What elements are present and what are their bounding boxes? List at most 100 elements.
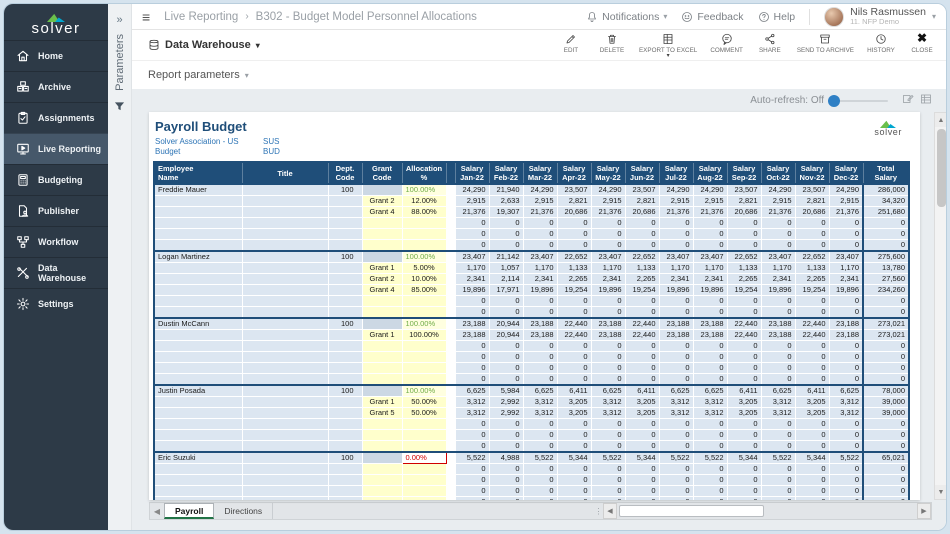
sidebar-item-publisher[interactable]: Publisher [4,195,108,226]
grant-code-cell[interactable]: Grant 2 [362,196,402,207]
grant-code-cell[interactable] [362,352,402,363]
employee-name-cell [154,341,242,352]
allocation-cell[interactable]: 50.00% [402,397,446,408]
title-cell [242,240,328,252]
allocation-cell[interactable] [402,486,446,497]
expand-parameters-icon[interactable]: » [116,14,122,26]
grant-code-cell[interactable]: Grant 1 [362,263,402,274]
export-to-excel-button[interactable]: EXPORT TO EXCEL▾ [639,32,697,58]
grant-code-cell[interactable] [362,240,402,252]
grant-code-cell[interactable] [362,475,402,486]
comment-button[interactable]: COMMENT [710,32,743,54]
salary-cell: 0 [795,374,829,386]
scrollbar-grip[interactable]: ⋮ [593,503,603,519]
sidebar-item-archive[interactable]: Archive [4,71,108,102]
allocation-cell[interactable] [402,497,446,501]
grant-code-cell[interactable] [362,497,402,501]
sidebar-item-assignments[interactable]: Assignments [4,102,108,133]
employee-name-cell [154,218,242,229]
notifications-button[interactable]: Notifications ▾ [586,11,667,23]
allocation-cell[interactable]: 85.00% [402,285,446,296]
allocation-cell[interactable]: 88.00% [402,207,446,218]
allocation-cell[interactable] [402,341,446,352]
grant-code-cell[interactable]: Grant 4 [362,285,402,296]
allocation-cell[interactable]: 50.00% [402,408,446,419]
sidebar-item-home[interactable]: Home [4,40,108,71]
grant-code-cell[interactable]: Grant 2 [362,274,402,285]
sidebar-item-data-warehouse[interactable]: Data Warehouse [4,257,108,288]
feedback-button[interactable]: Feedback [681,11,743,23]
horizontal-scroll-thumb[interactable] [619,505,764,517]
share-button[interactable]: SHARE [756,32,784,54]
hscroll-left-icon[interactable]: ◀ [603,503,617,519]
sheet-tab-directions[interactable]: Directions [214,503,273,519]
filter-funnel-icon [114,99,125,117]
grant-code-cell[interactable] [362,218,402,229]
grant-code-cell[interactable] [362,430,402,441]
allocation-cell[interactable] [402,229,446,240]
user-menu[interactable]: Nils Rasmussen 11. NFP Demo ▾ [824,7,936,27]
horizontal-scrollbar[interactable] [617,503,917,519]
scroll-up-icon[interactable]: ▲ [935,113,947,127]
grant-code-cell[interactable] [362,486,402,497]
table-view-icon[interactable] [920,93,932,108]
breadcrumb-section[interactable]: Live Reporting [164,11,238,23]
allocation-cell[interactable] [402,240,446,252]
close-button[interactable]: ✖CLOSE [908,32,936,54]
allocation-cell[interactable] [402,475,446,486]
sidebar-item-settings[interactable]: Settings [4,288,108,319]
grant-code-cell[interactable]: Grant 1 [362,397,402,408]
toggle-knob[interactable] [828,95,840,107]
grant-code-cell[interactable] [362,341,402,352]
table-row: 0000000000000 [154,430,909,441]
grant-code-cell[interactable]: Grant 4 [362,207,402,218]
grant-code-cell[interactable] [362,363,402,374]
parameters-panel[interactable]: » Parameters [108,4,132,530]
sidebar-item-budgeting[interactable]: Budgeting [4,164,108,195]
grant-code-cell[interactable] [362,229,402,240]
sheet-tab-payroll[interactable]: Payroll [164,503,214,519]
salary-cell: 23,188 [693,330,727,341]
allocation-cell[interactable] [402,464,446,475]
vertical-scrollbar[interactable]: ▲ ▼ [934,112,947,500]
title-cell [242,263,328,274]
hamburger-menu-icon[interactable]: ≡ [142,9,150,25]
grant-code-cell[interactable] [362,307,402,319]
edit-layout-icon[interactable] [902,93,914,108]
edit-button[interactable]: EDIT [557,32,585,54]
allocation-cell[interactable] [402,296,446,307]
allocation-cell[interactable] [402,307,446,319]
auto-refresh-toggle[interactable] [830,100,888,102]
allocation-cell[interactable] [402,218,446,229]
tab-scroll-left-icon[interactable]: ◀ [150,503,164,519]
grant-code-cell[interactable] [362,441,402,453]
report-parameters-toggle[interactable]: Report parameters ▾ [148,69,249,81]
salary-cell: 2,341 [455,274,489,285]
history-button[interactable]: HISTORY [867,32,895,54]
send-to-archive-button[interactable]: SEND TO ARCHIVE [797,32,854,54]
grant-code-cell[interactable] [362,374,402,386]
allocation-cell[interactable] [402,430,446,441]
sidebar-item-live-reporting[interactable]: Live Reporting [4,133,108,164]
allocation-cell[interactable] [402,363,446,374]
allocation-cell[interactable] [402,419,446,430]
allocation-cell[interactable]: 5.00% [402,263,446,274]
scroll-down-icon[interactable]: ▼ [935,485,947,499]
allocation-cell[interactable] [402,441,446,453]
data-source-dropdown[interactable]: Data Warehouse ▾ [148,39,260,51]
sidebar-item-workflow[interactable]: Workflow [4,226,108,257]
grant-code-cell[interactable]: Grant 5 [362,408,402,419]
hscroll-right-icon[interactable]: ▶ [917,503,931,519]
vertical-scroll-thumb[interactable] [937,129,946,207]
allocation-cell[interactable] [402,352,446,363]
allocation-cell[interactable] [402,374,446,386]
allocation-cell[interactable]: 12.00% [402,196,446,207]
delete-button[interactable]: DELETE [598,32,626,54]
help-button[interactable]: Help [758,11,796,23]
grant-code-cell[interactable] [362,296,402,307]
allocation-cell[interactable]: 100.00% [402,330,446,341]
grant-code-cell[interactable] [362,419,402,430]
grant-code-cell[interactable] [362,464,402,475]
grant-code-cell[interactable]: Grant 1 [362,330,402,341]
allocation-cell[interactable]: 10.00% [402,274,446,285]
